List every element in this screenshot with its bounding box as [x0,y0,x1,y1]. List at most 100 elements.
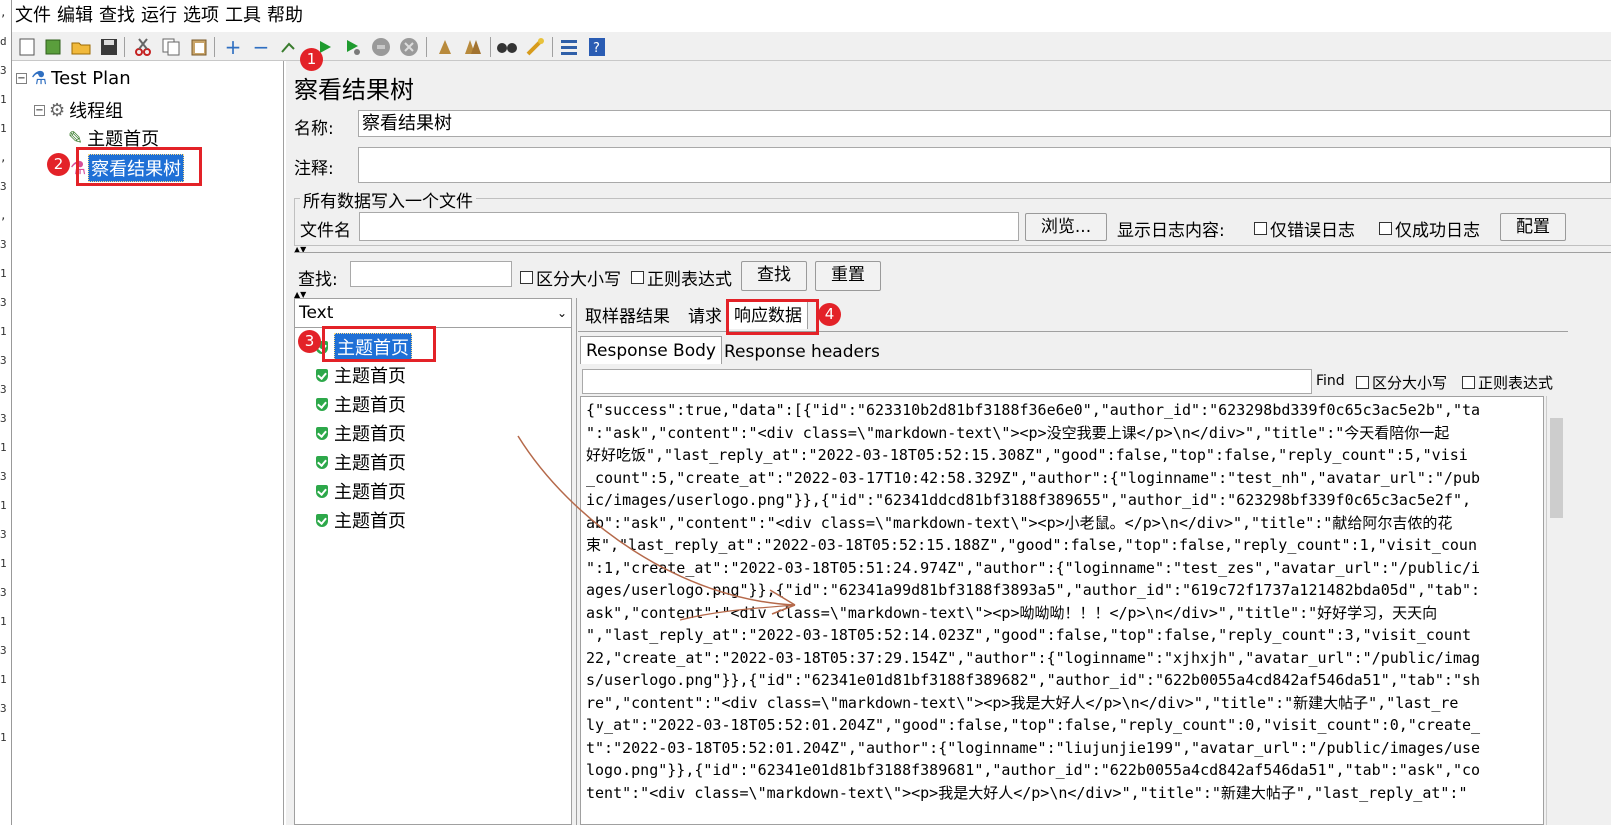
menu-item-2[interactable]: 查找 [96,0,138,32]
tab-request[interactable]: 请求 [683,303,727,331]
sample-result-label: 主题首页 [334,333,412,361]
gutter-char: 3 [0,702,7,715]
gutter-char: 3 [0,383,7,396]
new-icon[interactable] [16,36,38,58]
response-find-label: Find [1316,373,1345,389]
gutter-char: 3 [0,586,7,599]
sample-result-label: 主题首页 [334,424,406,445]
errors-only-checkbox[interactable]: 仅错误日志 [1254,216,1355,241]
tab-divider [578,331,1568,332]
tree-node-test-plan[interactable]: − ⚗ Test Plan [16,68,131,89]
function-helper-icon[interactable] [558,36,580,58]
response-case-checkbox[interactable]: 区分大小写 [1356,372,1447,393]
tab-response-body[interactable]: Response Body [580,336,722,364]
response-line: logo.png"}},{"id":"62341e01d81bf3188f389… [586,761,1481,779]
shutdown-icon[interactable] [398,36,420,58]
success-shield-icon [316,484,328,498]
collapse-icon[interactable]: − [250,35,272,59]
toolbar: + − ? [12,32,1611,61]
response-line: 22,"create_at":"2022-03-18T05:37:29.154Z… [586,648,1481,667]
menu-item-5[interactable]: 工具 [222,0,264,32]
sample-result-row[interactable]: 主题首页 [316,420,406,446]
response-line: tent":"<div class=\"markdown-text\"><p>我… [586,783,1468,802]
comment-field[interactable] [358,147,1611,183]
chevron-down-icon: ⌄ [556,306,567,320]
search-regex-checkbox[interactable]: 正则表达式 [631,265,732,290]
menu-item-3[interactable]: 运行 [138,0,180,32]
filename-label: 文件名 [300,221,351,241]
annotation-arrow [517,435,796,621]
panel-title: 察看结果树 [294,76,414,104]
gutter-char: 1 [0,557,7,570]
search-input[interactable] [350,261,512,287]
gutter-char: 3 [0,644,7,657]
menu-bar: 文件 编辑 查找 运行 选项 工具 帮助 [12,0,1611,32]
renderer-select[interactable]: Text ⌄ [294,298,572,328]
response-line: s/userlogo.png"}},{"id":"62341e01d81bf31… [586,671,1481,689]
sample-result-row[interactable]: 主题首页 [316,362,406,388]
listener-icon: ⚗ [70,157,87,179]
tab-sampler-result[interactable]: 取样器结果 [580,303,675,331]
step-badge-2: 2 [47,153,70,176]
menu-item-1[interactable]: 编辑 [54,0,96,32]
clear-icon[interactable] [434,36,456,58]
copy-icon[interactable] [160,36,182,58]
paste-icon[interactable] [188,36,210,58]
search-case-checkbox[interactable]: 区分大小写 [520,265,621,290]
sample-result-row[interactable]: 主题首页 [316,333,412,361]
cut-icon[interactable] [132,36,154,58]
test-plan-tree: − ⚗ Test Plan − ⚙ 线程组 ✎ 主题首页 ⚗ 察看结果树 [12,61,284,825]
response-line: ly_at":"2022-03-18T05:52:01.204Z","good"… [586,716,1481,734]
response-case-label: 区分大小写 [1372,374,1448,392]
menu-item-0[interactable]: 文件 [12,0,54,32]
templates-icon[interactable] [42,36,64,58]
search-regex-label: 正则表达式 [647,270,732,290]
browse-button[interactable]: 浏览... [1025,213,1107,241]
menu-item-6[interactable]: 帮助 [264,0,306,32]
sample-result-label: 主题首页 [334,511,406,532]
configure-button[interactable]: 配置 [1500,213,1566,241]
stop-icon[interactable] [370,36,392,58]
success-only-checkbox[interactable]: 仅成功日志 [1379,216,1480,241]
response-scrollbar[interactable] [1546,396,1566,825]
find-button[interactable]: 查找 [741,261,807,291]
sample-result-row[interactable]: 主题首页 [316,449,406,475]
gutter-char: 3 [0,296,7,309]
flask-icon: ⚗ [31,68,48,89]
comment-label: 注释: [294,159,334,179]
sample-result-row[interactable]: 主题首页 [316,507,406,533]
sample-result-label: 主题首页 [334,366,406,387]
tab-response-data[interactable]: 响应数据 [728,301,808,329]
gutter-char: 3 [0,64,7,77]
scroll-thumb[interactable] [1550,418,1563,518]
filename-input[interactable] [359,212,1019,241]
response-regex-checkbox[interactable]: 正则表达式 [1462,372,1553,393]
tab-response-headers[interactable]: Response headers [719,338,885,366]
gutter-char: 3 [0,238,7,251]
toggle-icon[interactable] [278,36,300,58]
gutter-char: 3 [0,180,7,193]
clear-all-icon[interactable] [462,36,484,58]
reset-button[interactable]: 重置 [815,261,881,291]
tree-node-listener[interactable]: ⚗ 察看结果树 [70,154,185,182]
gutter-char: 1 [0,93,7,106]
step-badge-1: 1 [300,48,323,71]
sample-result-row[interactable]: 主题首页 [316,478,406,504]
renderer-value: Text [299,303,334,323]
response-find-input[interactable] [582,369,1312,394]
search-icon[interactable] [496,36,518,58]
gutter-char: 1 [0,441,7,454]
open-icon[interactable] [70,36,92,58]
help-icon[interactable]: ? [586,36,608,58]
svg-text:?: ? [593,41,600,56]
save-icon[interactable] [98,36,120,58]
start-no-pause-icon[interactable] [342,36,364,58]
search-label: 查找: [298,270,338,290]
name-field[interactable]: 察看结果树 [358,110,1611,137]
sample-result-row[interactable]: 主题首页 [316,391,406,417]
tree-node-thread-group[interactable]: − ⚙ 线程组 [34,97,123,123]
expand-icon[interactable]: + [222,35,244,59]
menu-item-4[interactable]: 选项 [180,0,222,32]
tree-node-sampler[interactable]: ✎ 主题首页 [68,125,159,151]
reset-search-icon[interactable] [524,36,546,58]
